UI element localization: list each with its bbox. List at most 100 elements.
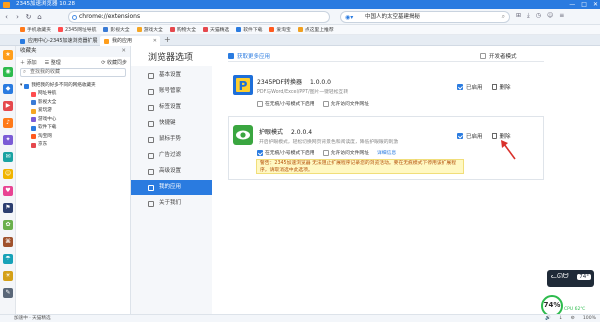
history-icon[interactable]: ◷	[536, 12, 541, 20]
add-favorite-button[interactable]: ＋ 添加	[20, 59, 37, 66]
close-window-button[interactable]: ✕	[593, 0, 598, 9]
new-tab-button[interactable]: +	[164, 35, 171, 44]
window-title: 2345加速浏览器 10.28	[16, 1, 75, 7]
menu-icon[interactable]: ≡	[559, 12, 564, 20]
user-icon[interactable]: ☺	[547, 12, 553, 20]
file-access-checkbox[interactable]	[322, 100, 329, 107]
minimize-button[interactable]: —	[569, 0, 575, 9]
favorite-label: 游戏中心	[38, 116, 57, 122]
app-brown-icon[interactable]: ⌘	[3, 237, 13, 247]
search-input[interactable]: ◉▾ 中国人的太空基建揭秘 ⌕	[340, 11, 510, 23]
app-orange-icon[interactable]: ♪	[3, 118, 13, 128]
settings-nav-item[interactable]: 我的应用	[131, 180, 212, 195]
app-green-icon[interactable]: ◉	[3, 67, 13, 77]
favorite-item[interactable]: 爱玩游	[16, 107, 130, 116]
home-button[interactable]: ⌂	[35, 12, 44, 22]
favorite-item[interactable]: 网址导航	[16, 90, 130, 99]
extension-eye-care: 护眼模式 2.0.0.4 开启护眼模式，轻松切换网页背景色和阅读度，降低护眼眼的刺…	[228, 116, 544, 180]
sync-favorites-button[interactable]: ⟳ 收藏同步	[101, 59, 127, 66]
favorites-root-folder[interactable]: ▾ 我把我的好多不同的网络收藏夹	[16, 82, 130, 90]
favorites-panel: 收藏夹 ✕ ＋ 添加 ☰ 整理 ⟳ 收藏同步 ⌕ 查找我的收藏 ▾ 我把我的好多…	[16, 46, 131, 314]
delete-button[interactable]: 删除	[500, 132, 511, 140]
get-more-apps-link[interactable]: 获取更多应用	[228, 52, 270, 60]
extension-name: 护眼模式 2.0.0.4	[259, 129, 313, 136]
bookmark-item[interactable]: 爱淘宝	[269, 26, 291, 33]
bookmark-item[interactable]: 天猫精选	[203, 26, 229, 33]
app-purple-icon[interactable]: ✦	[3, 135, 13, 145]
settings-nav-item[interactable]: 广告过滤	[131, 148, 212, 163]
file-access-option[interactable]: 允许访问文件网址	[322, 149, 369, 156]
forward-button[interactable]: ›	[13, 12, 22, 22]
bookmark-item[interactable]: 游戏大全	[136, 26, 163, 33]
favorite-favicon-icon	[31, 117, 36, 123]
favorite-item[interactable]: 游戏中心	[16, 116, 130, 125]
incognito-checkbox[interactable]	[257, 100, 263, 107]
app-teal-icon[interactable]: ✉	[3, 152, 13, 162]
url-input[interactable]: chrome://extensions	[68, 11, 330, 23]
settings-nav-item[interactable]: 关于我们	[131, 196, 212, 211]
reload-button[interactable]: ↻	[24, 12, 33, 22]
search-icon[interactable]: ⌕	[502, 12, 505, 22]
favorite-item[interactable]: 软件下载	[16, 124, 130, 133]
tab-my-apps[interactable]: 我的应用 ✕	[100, 36, 160, 46]
favorites-close-icon[interactable]: ✕	[121, 46, 126, 57]
favorite-item[interactable]: 京东	[16, 141, 130, 150]
settings-nav-item[interactable]: 高级设置	[131, 164, 212, 179]
favorites-search-input[interactable]: ⌕ 查找我的收藏	[20, 68, 126, 77]
app-yellow-icon[interactable]: ☺	[3, 169, 13, 179]
bookmark-item[interactable]: 点这里上推荐	[297, 26, 334, 33]
delete-button[interactable]: 删除	[500, 83, 511, 91]
app-navy-icon[interactable]: ⚑	[3, 203, 13, 213]
favorite-item[interactable]: 淘宝网	[16, 133, 130, 142]
app-lime-icon[interactable]: ✿	[3, 220, 13, 230]
details-link[interactable]: 详细信息	[377, 149, 396, 156]
tab-close-icon[interactable]: ✕	[153, 36, 157, 46]
incognito-option[interactable]: 在无痕/小号模式下启用	[257, 149, 315, 156]
extension-name: 2345PDF转换器 1.0.0.0	[257, 79, 331, 86]
app-red-icon[interactable]: ▶	[3, 101, 13, 111]
search-engine-icon[interactable]: ◉▾	[345, 13, 353, 23]
nav-item-label: 基本设置	[159, 72, 182, 78]
bookmark-item[interactable]: 软件下载	[236, 26, 262, 33]
app-cyan-icon[interactable]: ☂	[3, 254, 13, 264]
incognito-option[interactable]: 在无痕/小号模式下启用	[257, 100, 315, 107]
collapse-arrow-icon[interactable]: ▾	[20, 82, 22, 90]
bookmark-item[interactable]: 手机收藏夹	[20, 26, 51, 33]
settings-nav-item[interactable]: 标签设置	[131, 100, 212, 115]
extensions-icon[interactable]: ⊞	[516, 12, 521, 20]
settings-nav-item[interactable]: 鼠标手势	[131, 132, 212, 147]
settings-nav-item[interactable]: 快捷键	[131, 116, 212, 131]
enabled-checkbox[interactable]	[457, 133, 463, 139]
nav-item-icon	[148, 72, 154, 79]
favorite-favicon-icon	[31, 100, 36, 106]
star-icon[interactable]: ★	[3, 50, 13, 60]
trash-icon[interactable]	[491, 84, 497, 90]
enabled-checkbox[interactable]	[457, 84, 463, 90]
manage-favorites-button[interactable]: ☰ 整理	[45, 59, 61, 66]
developer-mode-toggle[interactable]: 开发者模式	[480, 52, 517, 60]
incognito-checkbox[interactable]	[257, 149, 263, 156]
bookmark-label: 购物大全	[176, 28, 197, 33]
settings-nav-item[interactable]: 账号管家	[131, 84, 212, 99]
settings-nav: 基本设置账号管家 标签设置 快捷键 鼠标手势 广告过滤 高级设置 我的应用 关于我们	[131, 66, 212, 314]
file-access-option[interactable]: 允许访问文件网址	[322, 100, 369, 107]
extension-controls: 已启用 删除	[457, 132, 511, 140]
trash-icon[interactable]	[491, 133, 497, 139]
app-store-icon	[228, 53, 234, 59]
file-access-checkbox[interactable]	[322, 149, 329, 156]
app-slate-icon[interactable]: ✎	[3, 288, 13, 298]
favorite-item[interactable]: 影视大全	[16, 99, 130, 108]
download-icon[interactable]: ⤓	[527, 12, 530, 20]
temperature-widget[interactable]: ᓚᘏᗢ 74°	[547, 270, 594, 287]
bookmark-item[interactable]: 购物大全	[169, 26, 197, 33]
developer-mode-checkbox[interactable]	[480, 53, 486, 59]
title-bar: 2345加速浏览器 10.28 — □ ✕	[0, 0, 600, 9]
settings-nav-item[interactable]: 基本设置	[131, 68, 212, 83]
bookmark-item[interactable]: 2345网址导航	[58, 26, 96, 33]
app-pink-icon[interactable]: ♥	[3, 186, 13, 196]
bookmark-item[interactable]: 影视大全	[103, 26, 130, 33]
back-button[interactable]: ‹	[2, 12, 11, 22]
maximize-button[interactable]: □	[581, 0, 587, 9]
app-blue-icon[interactable]: ◆	[3, 84, 13, 94]
app-gold-icon[interactable]: ☀	[3, 271, 13, 281]
